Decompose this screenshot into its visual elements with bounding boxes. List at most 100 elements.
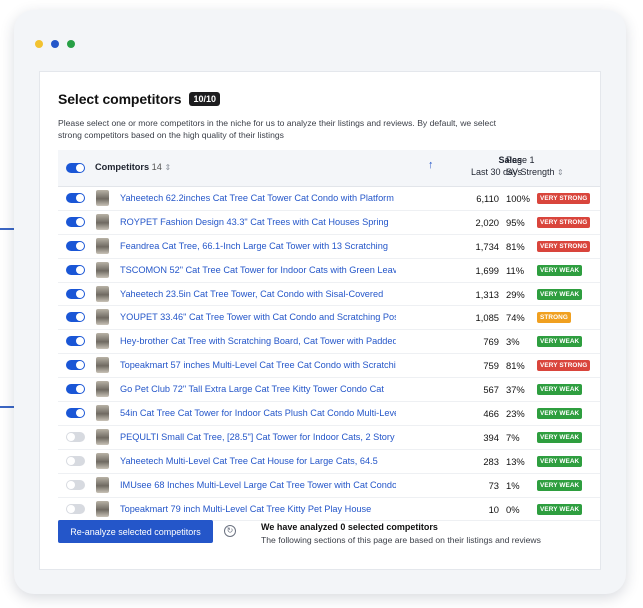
sales-value: 1,734 bbox=[475, 240, 499, 252]
product-name-link[interactable]: Hey-brother Cat Tree with Scratching Boa… bbox=[120, 336, 396, 346]
sales-value: 1,313 bbox=[475, 288, 499, 300]
competitor-toggle[interactable] bbox=[66, 193, 85, 203]
table-row[interactable]: Feandrea Cat Tree, 66.1-Inch Large Cat T… bbox=[58, 235, 600, 259]
product-name-link[interactable]: Go Pet Club 72" Tall Extra Large Cat Tre… bbox=[120, 384, 396, 394]
page1-column-header[interactable]: Page 1 SV Strength ⇕ bbox=[506, 154, 564, 179]
sort-icon[interactable]: ⇕ bbox=[557, 168, 564, 177]
refresh-icon[interactable]: ↻ bbox=[224, 525, 236, 537]
page1-percent: 81% bbox=[506, 240, 525, 252]
page1-percent: 11% bbox=[506, 264, 525, 276]
table-row[interactable]: Yaheetech 23.5in Cat Tree Tower, Cat Con… bbox=[58, 283, 600, 307]
competitor-toggle[interactable] bbox=[66, 408, 85, 419]
table-row[interactable]: Topeakmart 79 inch Multi-Level Cat Tree … bbox=[58, 498, 600, 522]
page1-percent: 95% bbox=[506, 216, 525, 228]
sort-ascending-icon[interactable]: ↑ bbox=[428, 159, 434, 171]
strength-badge: VERY STRONG bbox=[537, 216, 591, 228]
analysis-status-subtitle: The following sections of this page are … bbox=[261, 535, 541, 545]
product-name-link[interactable]: Yaheetech 62.2inches Cat Tree Cat Tower … bbox=[120, 193, 396, 203]
strength-badge: VERY WEAK bbox=[537, 455, 583, 467]
competitor-toggle[interactable] bbox=[66, 455, 85, 466]
sales-value: 283 bbox=[483, 455, 499, 467]
product-thumbnail bbox=[96, 405, 109, 422]
product-thumbnail bbox=[96, 452, 109, 469]
competitor-toggle[interactable] bbox=[66, 431, 85, 442]
product-thumbnail bbox=[96, 500, 109, 517]
competitor-toggle[interactable] bbox=[66, 312, 85, 323]
strength-badge: VERY WEAK bbox=[537, 336, 583, 348]
competitor-toggle[interactable] bbox=[66, 264, 85, 275]
description-text: Please select one or more competitors in… bbox=[58, 118, 497, 140]
strength-badge: VERY WEAK bbox=[537, 264, 583, 276]
product-name-link[interactable]: PEQULTI Small Cat Tree, [28.5"] Cat Towe… bbox=[120, 432, 396, 442]
competitors-column-label: Competitors bbox=[95, 162, 150, 172]
table-row[interactable]: Yaheetech 62.2inches Cat Tree Cat Tower … bbox=[58, 187, 600, 211]
product-name-link[interactable]: Topeakmart 57 inches Multi-Level Cat Tre… bbox=[120, 360, 396, 370]
table-row[interactable]: Go Pet Club 72" Tall Extra Large Cat Tre… bbox=[58, 378, 600, 403]
competitor-toggle[interactable] bbox=[66, 336, 85, 347]
product-thumbnail bbox=[96, 261, 109, 278]
competitors-table: Competitors 14 ⇕ ↑ Sales Last 30 days Pa… bbox=[58, 150, 600, 522]
product-thumbnail bbox=[96, 237, 109, 254]
competitors-column-header[interactable]: Competitors 14 ⇕ bbox=[95, 162, 171, 172]
table-row[interactable]: YOUPET 33.46" Cat Tree Tower with Cat Co… bbox=[58, 306, 600, 331]
competitor-toggle[interactable] bbox=[66, 288, 85, 299]
table-row[interactable]: IMUsee 68 Inches Multi-Level Large Cat T… bbox=[58, 474, 600, 498]
strength-badge: VERY STRONG bbox=[537, 360, 591, 372]
product-thumbnail bbox=[96, 309, 109, 326]
product-thumbnail bbox=[96, 381, 109, 398]
competitor-toggle[interactable] bbox=[66, 240, 85, 251]
page1-percent: 37% bbox=[506, 384, 525, 396]
competitor-toggle[interactable] bbox=[66, 503, 85, 514]
product-thumbnail bbox=[96, 357, 109, 374]
table-row[interactable]: PEQULTI Small Cat Tree, [28.5"] Cat Towe… bbox=[58, 426, 600, 450]
sales-value: 73 bbox=[488, 479, 499, 491]
window-dot-yellow bbox=[35, 40, 43, 48]
sales-value: 2,020 bbox=[475, 216, 499, 228]
page1-header-line2: SV Strength bbox=[506, 167, 555, 177]
strength-badge: VERY WEAK bbox=[537, 503, 583, 515]
product-thumbnail bbox=[96, 190, 109, 206]
product-name-link[interactable]: IMUsee 68 Inches Multi-Level Large Cat T… bbox=[120, 480, 396, 490]
competitor-toggle[interactable] bbox=[66, 216, 85, 227]
competitor-toggle[interactable] bbox=[66, 384, 85, 395]
product-name-link[interactable]: Feandrea Cat Tree, 66.1-Inch Large Cat T… bbox=[120, 241, 396, 251]
table-row[interactable]: ROYPET Fashion Design 43.3" Cat Trees wi… bbox=[58, 211, 600, 235]
product-thumbnail bbox=[96, 333, 109, 350]
table-row[interactable]: 54in Cat Tree Cat Tower for Indoor Cats … bbox=[58, 402, 600, 426]
sales-value: 769 bbox=[483, 336, 499, 348]
competitor-toggle[interactable] bbox=[66, 479, 85, 490]
page1-header-line1: Page 1 bbox=[506, 155, 535, 165]
table-row[interactable]: TSCOMON 52" Cat Tree Cat Tower for Indoo… bbox=[58, 259, 600, 283]
reanalyze-button[interactable]: Re-analyze selected competitors bbox=[58, 520, 213, 543]
sales-value: 1,085 bbox=[475, 312, 499, 324]
page1-percent: 1% bbox=[506, 479, 520, 491]
product-name-link[interactable]: ROYPET Fashion Design 43.3" Cat Trees wi… bbox=[120, 217, 396, 227]
strength-badge: VERY STRONG bbox=[537, 240, 591, 252]
page1-percent: 7% bbox=[506, 431, 520, 443]
product-name-link[interactable]: YOUPET 33.46" Cat Tree Tower with Cat Co… bbox=[120, 312, 396, 322]
selection-count-badge: 10/10 bbox=[189, 92, 220, 106]
competitors-count: 14 bbox=[151, 162, 162, 172]
product-name-link[interactable]: Yaheetech 23.5in Cat Tree Tower, Cat Con… bbox=[120, 289, 396, 299]
product-thumbnail bbox=[96, 285, 109, 302]
table-row[interactable]: Hey-brother Cat Tree with Scratching Boa… bbox=[58, 330, 600, 355]
table-header: Competitors 14 ⇕ ↑ Sales Last 30 days Pa… bbox=[58, 150, 600, 187]
strength-badge: VERY WEAK bbox=[537, 288, 583, 300]
window-dots bbox=[35, 40, 75, 48]
product-name-link[interactable]: Topeakmart 79 inch Multi-Level Cat Tree … bbox=[120, 504, 396, 514]
sales-value: 567 bbox=[483, 384, 499, 396]
select-all-toggle[interactable] bbox=[66, 163, 85, 173]
strength-badge: VERY WEAK bbox=[537, 431, 583, 443]
product-name-link[interactable]: TSCOMON 52" Cat Tree Cat Tower for Indoo… bbox=[120, 265, 396, 275]
strength-badge: VERY WEAK bbox=[537, 384, 583, 396]
product-name-link[interactable]: 54in Cat Tree Cat Tower for Indoor Cats … bbox=[120, 408, 396, 418]
sort-icon[interactable]: ⇕ bbox=[164, 163, 171, 172]
table-row[interactable]: Yaheetech Multi-Level Cat Tree Cat House… bbox=[58, 450, 600, 474]
competitor-toggle[interactable] bbox=[66, 360, 85, 371]
product-thumbnail bbox=[96, 213, 109, 230]
table-row[interactable]: Topeakmart 57 inches Multi-Level Cat Tre… bbox=[58, 354, 600, 379]
page1-percent: 3% bbox=[506, 336, 520, 348]
page1-percent: 74% bbox=[506, 312, 525, 324]
page1-header-line2-wrap: SV Strength ⇕ bbox=[506, 166, 564, 179]
product-name-link[interactable]: Yaheetech Multi-Level Cat Tree Cat House… bbox=[120, 456, 396, 466]
